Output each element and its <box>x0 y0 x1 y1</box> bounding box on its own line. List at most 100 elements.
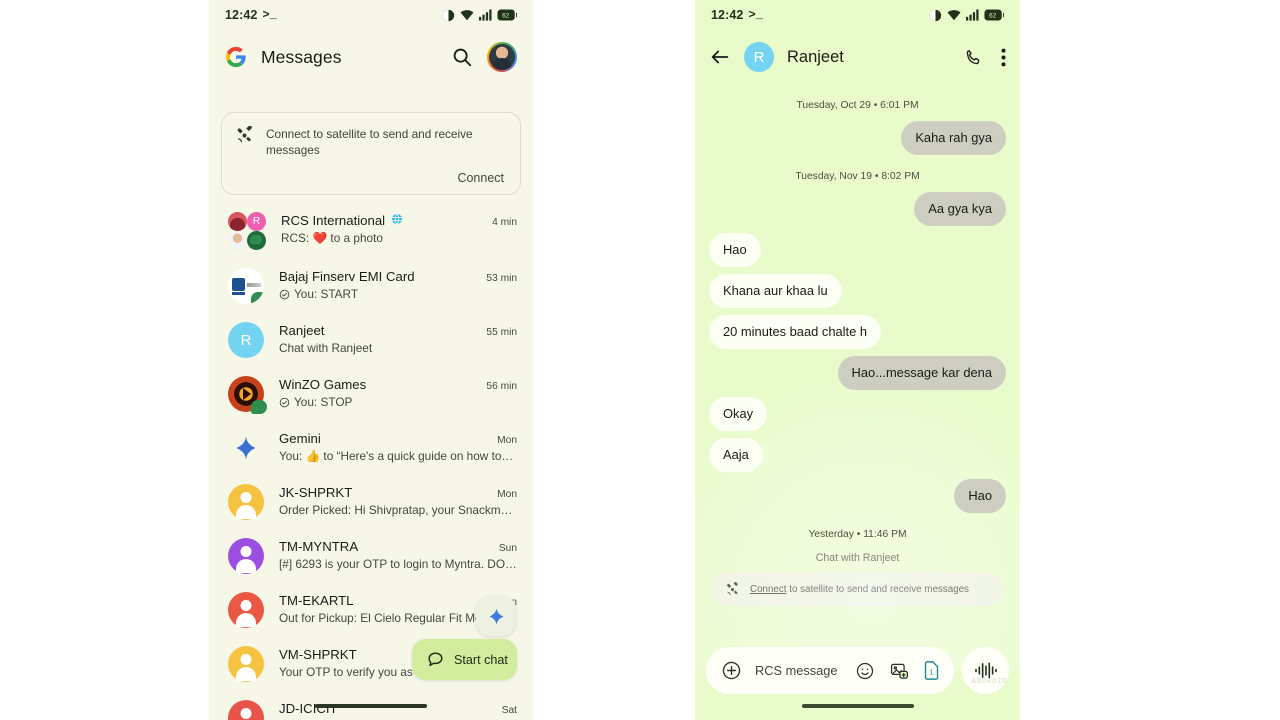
contact-avatar[interactable]: R <box>744 42 774 72</box>
start-chat-label: Start chat <box>454 652 508 667</box>
message-bubble-outgoing[interactable]: Kaha rah gya <box>901 121 1006 155</box>
message-input[interactable]: RCS message <box>755 663 842 678</box>
satellite-icon <box>237 126 252 143</box>
avatar-winzo <box>228 376 267 414</box>
conversation-row[interactable]: Gemini Mon You: 👍 to “Here's a quick gui… <box>209 421 533 475</box>
profile-avatar[interactable] <box>487 42 517 72</box>
rcs-badge-icon <box>251 400 267 414</box>
emoji-icon[interactable] <box>855 661 875 681</box>
avatar-quadrant-4 <box>247 231 266 250</box>
message-row: Khana aur khaa lu <box>709 274 1006 308</box>
chat-header: R Ranjeet <box>695 30 1020 84</box>
conversation-time: 55 min <box>486 327 517 338</box>
watermark: ANDROID <box>971 678 1008 686</box>
satellite-connect-card[interactable]: Connect to satellite to send and receive… <box>221 112 521 195</box>
message-bubble-incoming[interactable]: Aaja <box>709 438 763 472</box>
conversation-row[interactable]: JK-SHPRKT Mon Order Picked: Hi Shivprata… <box>209 475 533 529</box>
app-bar-actions <box>451 42 517 72</box>
avatar-brand-logo <box>228 268 264 304</box>
conversation-snippet: You: 👍 to “Here's a quick guide on how t… <box>279 449 517 463</box>
message-bubble-outgoing[interactable]: Hao <box>954 479 1006 513</box>
conversation-top-line: TM-MYNTRA Sun <box>279 539 517 554</box>
globe-icon <box>392 213 403 225</box>
message-bubble-incoming[interactable]: Hao <box>709 233 761 267</box>
messages-list-screen: 12:42 >_ 62 Messages Connect to satellit… <box>209 0 533 720</box>
phone-icon[interactable] <box>964 48 983 67</box>
conversation-body: Gemini Mon You: 👍 to “Here's a quick gui… <box>279 430 517 463</box>
start-chat-fab[interactable]: Start chat <box>412 639 517 680</box>
message-bubble-incoming[interactable]: 20 minutes baad chalte h <box>709 315 882 349</box>
conversation-body: Bajaj Finserv EMI Card 53 min You: START <box>279 268 517 301</box>
conversation-body: JK-SHPRKT Mon Order Picked: Hi Shivprata… <box>279 484 517 517</box>
conversation-name: Gemini <box>279 431 321 446</box>
status-time: 12:42 <box>225 8 258 22</box>
satellite-connect-button[interactable]: Connect <box>235 171 507 185</box>
status-bar-left-group: 12:42 >_ <box>225 8 277 22</box>
conversation-row[interactable]: R Ranjeet 55 min Chat with Ranjeet <box>209 313 533 367</box>
message-thread: Tuesday, Oct 29 • 6:01 PM Kaha rah gya Tue… <box>709 100 1006 540</box>
message-row: Aaja <box>709 438 1006 472</box>
nav-pill-right <box>801 704 914 708</box>
avatar-person <box>228 646 264 682</box>
google-logo <box>225 46 246 68</box>
chat-thread-screen: 12:42 >_ 62 R Ranjeet Tuesday, Oct 29 • … <box>695 0 1020 720</box>
conversation-top-line: WinZO Games 56 min <box>279 377 517 392</box>
conversation-top-line: Ranjeet 55 min <box>279 323 517 338</box>
compose-input-container[interactable]: RCS message 1 <box>706 647 954 694</box>
conversation-row[interactable]: R RCS International 4 min RCS: ❤️ to a p… <box>209 203 533 259</box>
conversation-row[interactable]: TM-MYNTRA Sun [#] 6293 is your OTP to lo… <box>209 529 533 583</box>
svg-text:62: 62 <box>502 13 510 20</box>
snippet-text: Chat with Ranjeet <box>279 341 373 355</box>
gemini-sparkle-icon <box>488 607 504 625</box>
status-bar-right: 12:42 >_ 62 <box>695 0 1020 30</box>
conversation-top-line: JK-SHPRKT Mon <box>279 485 517 500</box>
conversation-snippet: RCS: ❤️ to a photo <box>281 231 517 245</box>
wifi-icon <box>460 10 474 21</box>
dnd-icon <box>442 9 455 21</box>
avatar-quadrant-3 <box>228 231 247 250</box>
conversation-row[interactable]: Bajaj Finserv EMI Card 53 min You: START <box>209 259 533 313</box>
gallery-icon[interactable] <box>889 661 910 681</box>
chat-message-area: Tuesday, Oct 29 • 6:01 PM Kaha rah gya Tue… <box>695 84 1020 670</box>
day-separator: Yesterday • 11:46 PM <box>808 529 907 540</box>
conversation-body: WinZO Games 56 min You: STOP <box>279 376 517 409</box>
conversation-body: TM-MYNTRA Sun [#] 6293 is your OTP to lo… <box>279 538 517 571</box>
day-separator: Tuesday, Nov 19 • 8:02 PM <box>795 171 920 182</box>
more-vertical-icon[interactable] <box>1001 48 1006 67</box>
snippet-text: You: 👍 to “Here's a quick guide on how t… <box>279 449 514 463</box>
satellite-connect-link[interactable]: Connect <box>750 584 787 595</box>
message-bubble-outgoing[interactable]: Hao...message kar dena <box>837 356 1006 390</box>
status-bar-left-group-r: 12:42 >_ <box>711 8 763 22</box>
message-composer: RCS message 1 <box>695 647 1020 694</box>
avatar-letter: R <box>228 322 264 358</box>
sim-1-icon[interactable]: 1 <box>924 661 939 680</box>
gemini-sparkle-icon <box>236 436 256 460</box>
svg-text:62: 62 <box>989 13 997 20</box>
back-arrow-icon[interactable] <box>709 46 731 68</box>
message-bubble-outgoing[interactable]: Aa gya kya <box>914 192 1006 226</box>
page-title: Messages <box>261 46 342 67</box>
gemini-fab[interactable] <box>476 596 516 636</box>
avatar-person <box>228 592 264 628</box>
search-icon[interactable] <box>451 46 473 68</box>
avatar-person <box>228 538 264 574</box>
message-row: Okay <box>709 397 1006 431</box>
play-triangle-icon <box>243 388 251 400</box>
message-bubble-incoming[interactable]: Khana aur khaa lu <box>709 274 842 308</box>
conversation-row[interactable]: WinZO Games 56 min You: STOP <box>209 367 533 421</box>
satellite-connect-strip[interactable]: Connect to satellite to send and receive… <box>711 573 1004 606</box>
plus-circle-icon[interactable] <box>721 660 742 681</box>
avatar <box>489 44 515 70</box>
message-bubble-incoming[interactable]: Okay <box>709 397 768 431</box>
snippet-text: You: START <box>294 287 359 301</box>
voice-waveform-button[interactable] <box>962 647 1009 694</box>
satellite-card-row: Connect to satellite to send and receive… <box>235 126 507 158</box>
satellite-strip-rest: to satellite to send and receive message… <box>786 584 969 595</box>
satellite-icon <box>727 582 738 595</box>
conversation-name: TM-MYNTRA <box>279 539 359 554</box>
contact-name[interactable]: Ranjeet <box>787 48 951 67</box>
status-bar-right-group: 62 <box>442 9 517 22</box>
conversation-name: Ranjeet <box>279 323 325 338</box>
snippet-text: Out for Pickup: El Cielo Regular Fit Men… <box>279 611 510 625</box>
conversation-snippet: [#] 6293 is your OTP to login to Myntra.… <box>279 557 517 571</box>
